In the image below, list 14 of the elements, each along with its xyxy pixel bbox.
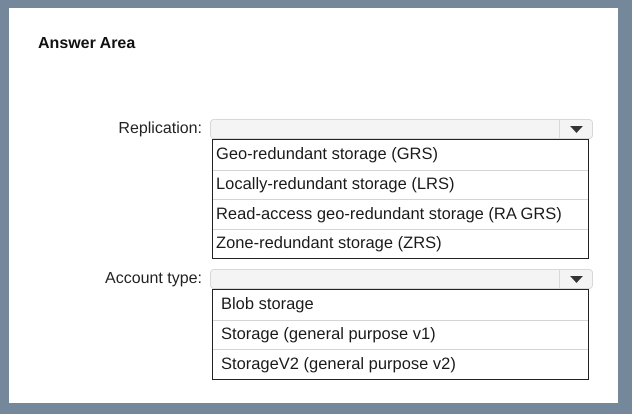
dropdown-select[interactable] [210,269,593,289]
dropdown-option[interactable]: Geo-redundant storage (GRS) [213,140,588,170]
dropdown-option[interactable]: StorageV2 (general purpose v2) [213,349,588,378]
dropdown-option[interactable]: Blob storage [213,290,588,320]
field-label: Replication: [118,119,202,139]
dropdown-arrow-icon [570,276,582,282]
dropdown-arrow-icon [570,126,582,132]
dropdown-select[interactable] [210,119,593,139]
field-label: Account type: [105,269,202,289]
dropdown-option[interactable]: Locally-redundant storage (LRS) [213,170,588,199]
dropdown-option[interactable]: Storage (general purpose v1) [213,320,588,349]
dropdown-option[interactable]: Zone-redundant storage (ZRS) [213,228,588,258]
dropdown-option[interactable]: Read-access geo-redundant storage (RA GRS) [213,199,588,228]
answer-area-title: Answer Area [38,35,136,53]
